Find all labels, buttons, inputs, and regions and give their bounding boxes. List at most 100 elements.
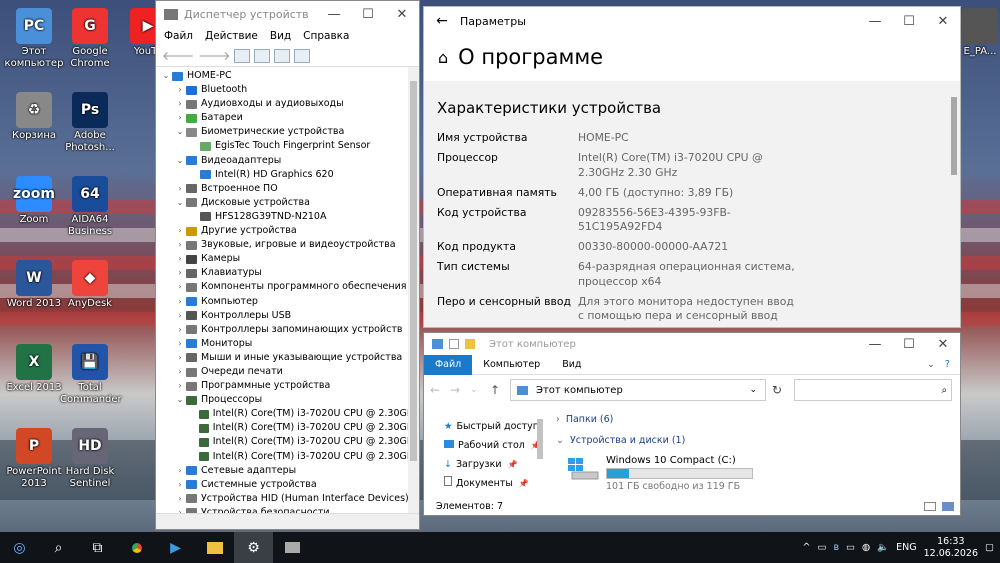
tree-item[interactable]: Intel(R) Core(TM) i3-7020U CPU @ 2.30GHz	[160, 450, 419, 464]
expand-arrow-icon[interactable]: ›	[174, 379, 186, 393]
tab-view[interactable]: Вид	[551, 359, 592, 370]
nav-scrollbar[interactable]	[535, 409, 545, 495]
search-button[interactable]: ⌕	[39, 532, 78, 563]
help-icon[interactable]: ?	[945, 359, 950, 370]
scroll-thumb[interactable]	[410, 81, 417, 461]
expand-arrow-icon[interactable]: ›	[174, 351, 186, 365]
expand-arrow-icon[interactable]: ›	[174, 492, 186, 506]
taskbar-device-manager[interactable]	[273, 532, 312, 563]
tree-item[interactable]: › Мониторы	[160, 337, 419, 351]
tree-item[interactable]: Intel(R) Core(TM) i3-7020U CPU @ 2.30GHz	[160, 435, 419, 449]
chevron-down-icon[interactable]: ⌄	[927, 360, 935, 370]
expand-arrow-icon[interactable]: ›	[174, 182, 186, 196]
clock[interactable]: 16:33 12.06.2026	[924, 536, 978, 560]
collapse-arrow-icon[interactable]: ⌄	[174, 125, 186, 139]
expand-arrow-icon[interactable]: ›	[174, 309, 186, 323]
desktop-shortcut[interactable]: P PowerPoint 2013	[4, 428, 64, 490]
start-button[interactable]: ◎	[0, 532, 39, 563]
menu-file[interactable]: Файл	[164, 30, 193, 42]
collapse-arrow-icon[interactable]: ⌄	[174, 393, 186, 407]
maximize-button[interactable]: ☐	[351, 7, 385, 22]
tab-computer[interactable]: Компьютер	[472, 359, 551, 370]
scroll-thumb[interactable]	[951, 97, 957, 175]
chevron-down-icon[interactable]: ⌄	[470, 385, 484, 395]
volume-icon[interactable]: 🔈	[877, 542, 889, 553]
tree-item[interactable]: › Компьютер	[160, 295, 419, 309]
tree-item[interactable]: › Программные устройства	[160, 379, 419, 393]
task-view-button[interactable]: ⧉	[78, 532, 117, 563]
desktop-shortcut[interactable]: PC Этот компьютер	[4, 8, 64, 70]
tree-root[interactable]: ⌄ HOME-PC	[160, 69, 419, 83]
expand-arrow-icon[interactable]: ›	[174, 337, 186, 351]
tree-item[interactable]: › Аудиовходы и аудиовыходы	[160, 97, 419, 111]
notifications-icon[interactable]: ▢	[985, 542, 994, 553]
chevron-down-icon[interactable]: ⌄	[749, 385, 757, 395]
details-icon[interactable]	[274, 48, 291, 63]
maximize-button[interactable]: ☐	[892, 14, 926, 29]
expand-arrow-icon[interactable]: ›	[174, 464, 186, 478]
collapse-arrow-icon[interactable]: ⌄	[160, 69, 172, 83]
close-button[interactable]: ✕	[926, 14, 960, 29]
large-icons-view-icon[interactable]	[942, 501, 954, 511]
maximize-button[interactable]: ☐	[892, 337, 926, 352]
settings-window[interactable]: ← Параметры — ☐ ✕ ⌂ О программе Характер…	[423, 6, 961, 328]
expand-arrow-icon[interactable]: ›	[174, 252, 186, 266]
tree-item[interactable]: › Камеры	[160, 252, 419, 266]
drive-item[interactable]: Windows 10 Compact (C:) 101 ГБ свободно …	[566, 455, 960, 492]
tree-item[interactable]: › Встроенное ПО	[160, 182, 419, 196]
taskbar-settings[interactable]: ⚙	[234, 532, 273, 563]
tree-item[interactable]: › Компоненты программного обеспечения	[160, 280, 419, 294]
usb-icon[interactable]: ▭	[818, 542, 827, 553]
desktop-shortcut[interactable]: ◆ AnyDesk	[60, 260, 120, 310]
vertical-scrollbar[interactable]	[408, 67, 419, 513]
close-button[interactable]: ✕	[926, 337, 960, 352]
tree-item[interactable]: › Другие устройства	[160, 224, 419, 238]
back-arrow-icon[interactable]: ←	[424, 13, 460, 29]
save-icon[interactable]	[449, 339, 459, 349]
expand-arrow-icon[interactable]: ›	[174, 280, 186, 294]
collapse-arrow-icon[interactable]: ⌄	[174, 196, 186, 210]
desktop-shortcut[interactable]: X Excel 2013	[4, 344, 64, 394]
vertical-scrollbar[interactable]	[948, 81, 960, 327]
expand-arrow-icon[interactable]: ›	[174, 365, 186, 379]
new-folder-icon[interactable]	[465, 339, 475, 349]
tree-item[interactable]: Intel(R) HD Graphics 620	[160, 168, 419, 182]
expand-arrow-icon[interactable]: ›	[174, 295, 186, 309]
expand-arrow-icon[interactable]: ›	[174, 224, 186, 238]
desktop-shortcut[interactable]: 💾 Total Commander	[60, 344, 122, 406]
desktop-shortcut[interactable]: zoom Zoom	[4, 176, 64, 226]
tree-item[interactable]: › Сетевые адаптеры	[160, 464, 419, 478]
back-arrow-icon[interactable]: ←	[430, 383, 444, 397]
close-button[interactable]: ✕	[385, 7, 419, 22]
taskbar-explorer[interactable]	[195, 532, 234, 563]
tab-file[interactable]: Файл	[424, 354, 473, 375]
tree-item[interactable]: ⌄ Видеоадаптеры	[160, 154, 419, 168]
collapse-arrow-icon[interactable]: ⌄	[174, 154, 186, 168]
scan-hardware-icon[interactable]	[294, 48, 311, 63]
nav-item-quick-access[interactable]: ★ Быстрый доступ	[444, 417, 548, 436]
tree-item[interactable]: › Системные устройства	[160, 478, 419, 492]
tree-item[interactable]: ⌄ Дисковые устройства	[160, 196, 419, 210]
explorer-window[interactable]: Этот компьютер — ☐ ✕ Файл Компьютер Вид …	[423, 332, 961, 516]
tree-item[interactable]: ⌄ Процессоры	[160, 393, 419, 407]
tree-item[interactable]: ⌄ Биометрические устройства	[160, 125, 419, 139]
expand-arrow-icon[interactable]: ›	[174, 97, 186, 111]
tree-item[interactable]: › Мыши и иные указывающие устройства	[160, 351, 419, 365]
expand-arrow-icon[interactable]: ›	[174, 111, 186, 125]
expand-arrow-icon[interactable]: ›	[174, 323, 186, 337]
tree-item[interactable]: Intel(R) Core(TM) i3-7020U CPU @ 2.30GHz	[160, 421, 419, 435]
minimize-button[interactable]: —	[858, 337, 892, 352]
chevron-up-icon[interactable]: ^	[803, 542, 811, 553]
language-indicator[interactable]: ENG	[896, 542, 916, 553]
device-manager-window[interactable]: Диспетчер устройств — ☐ ✕ Файл Действие …	[155, 0, 420, 530]
tree-item[interactable]: › Звуковые, игровые и видеоустройства	[160, 238, 419, 252]
nav-item-desktop[interactable]: Рабочий стол 📌	[444, 436, 548, 455]
help-icon[interactable]	[254, 48, 271, 63]
nav-item-downloads[interactable]: ↓ Загрузки 📌	[444, 455, 548, 474]
tree-item[interactable]: › Bluetooth	[160, 83, 419, 97]
menu-action[interactable]: Действие	[205, 30, 258, 42]
forward-arrow-icon[interactable]: →	[450, 383, 464, 397]
refresh-icon[interactable]: ↻	[772, 383, 782, 397]
expand-arrow-icon[interactable]: ›	[174, 266, 186, 280]
network-icon[interactable]: ◍	[862, 542, 870, 553]
